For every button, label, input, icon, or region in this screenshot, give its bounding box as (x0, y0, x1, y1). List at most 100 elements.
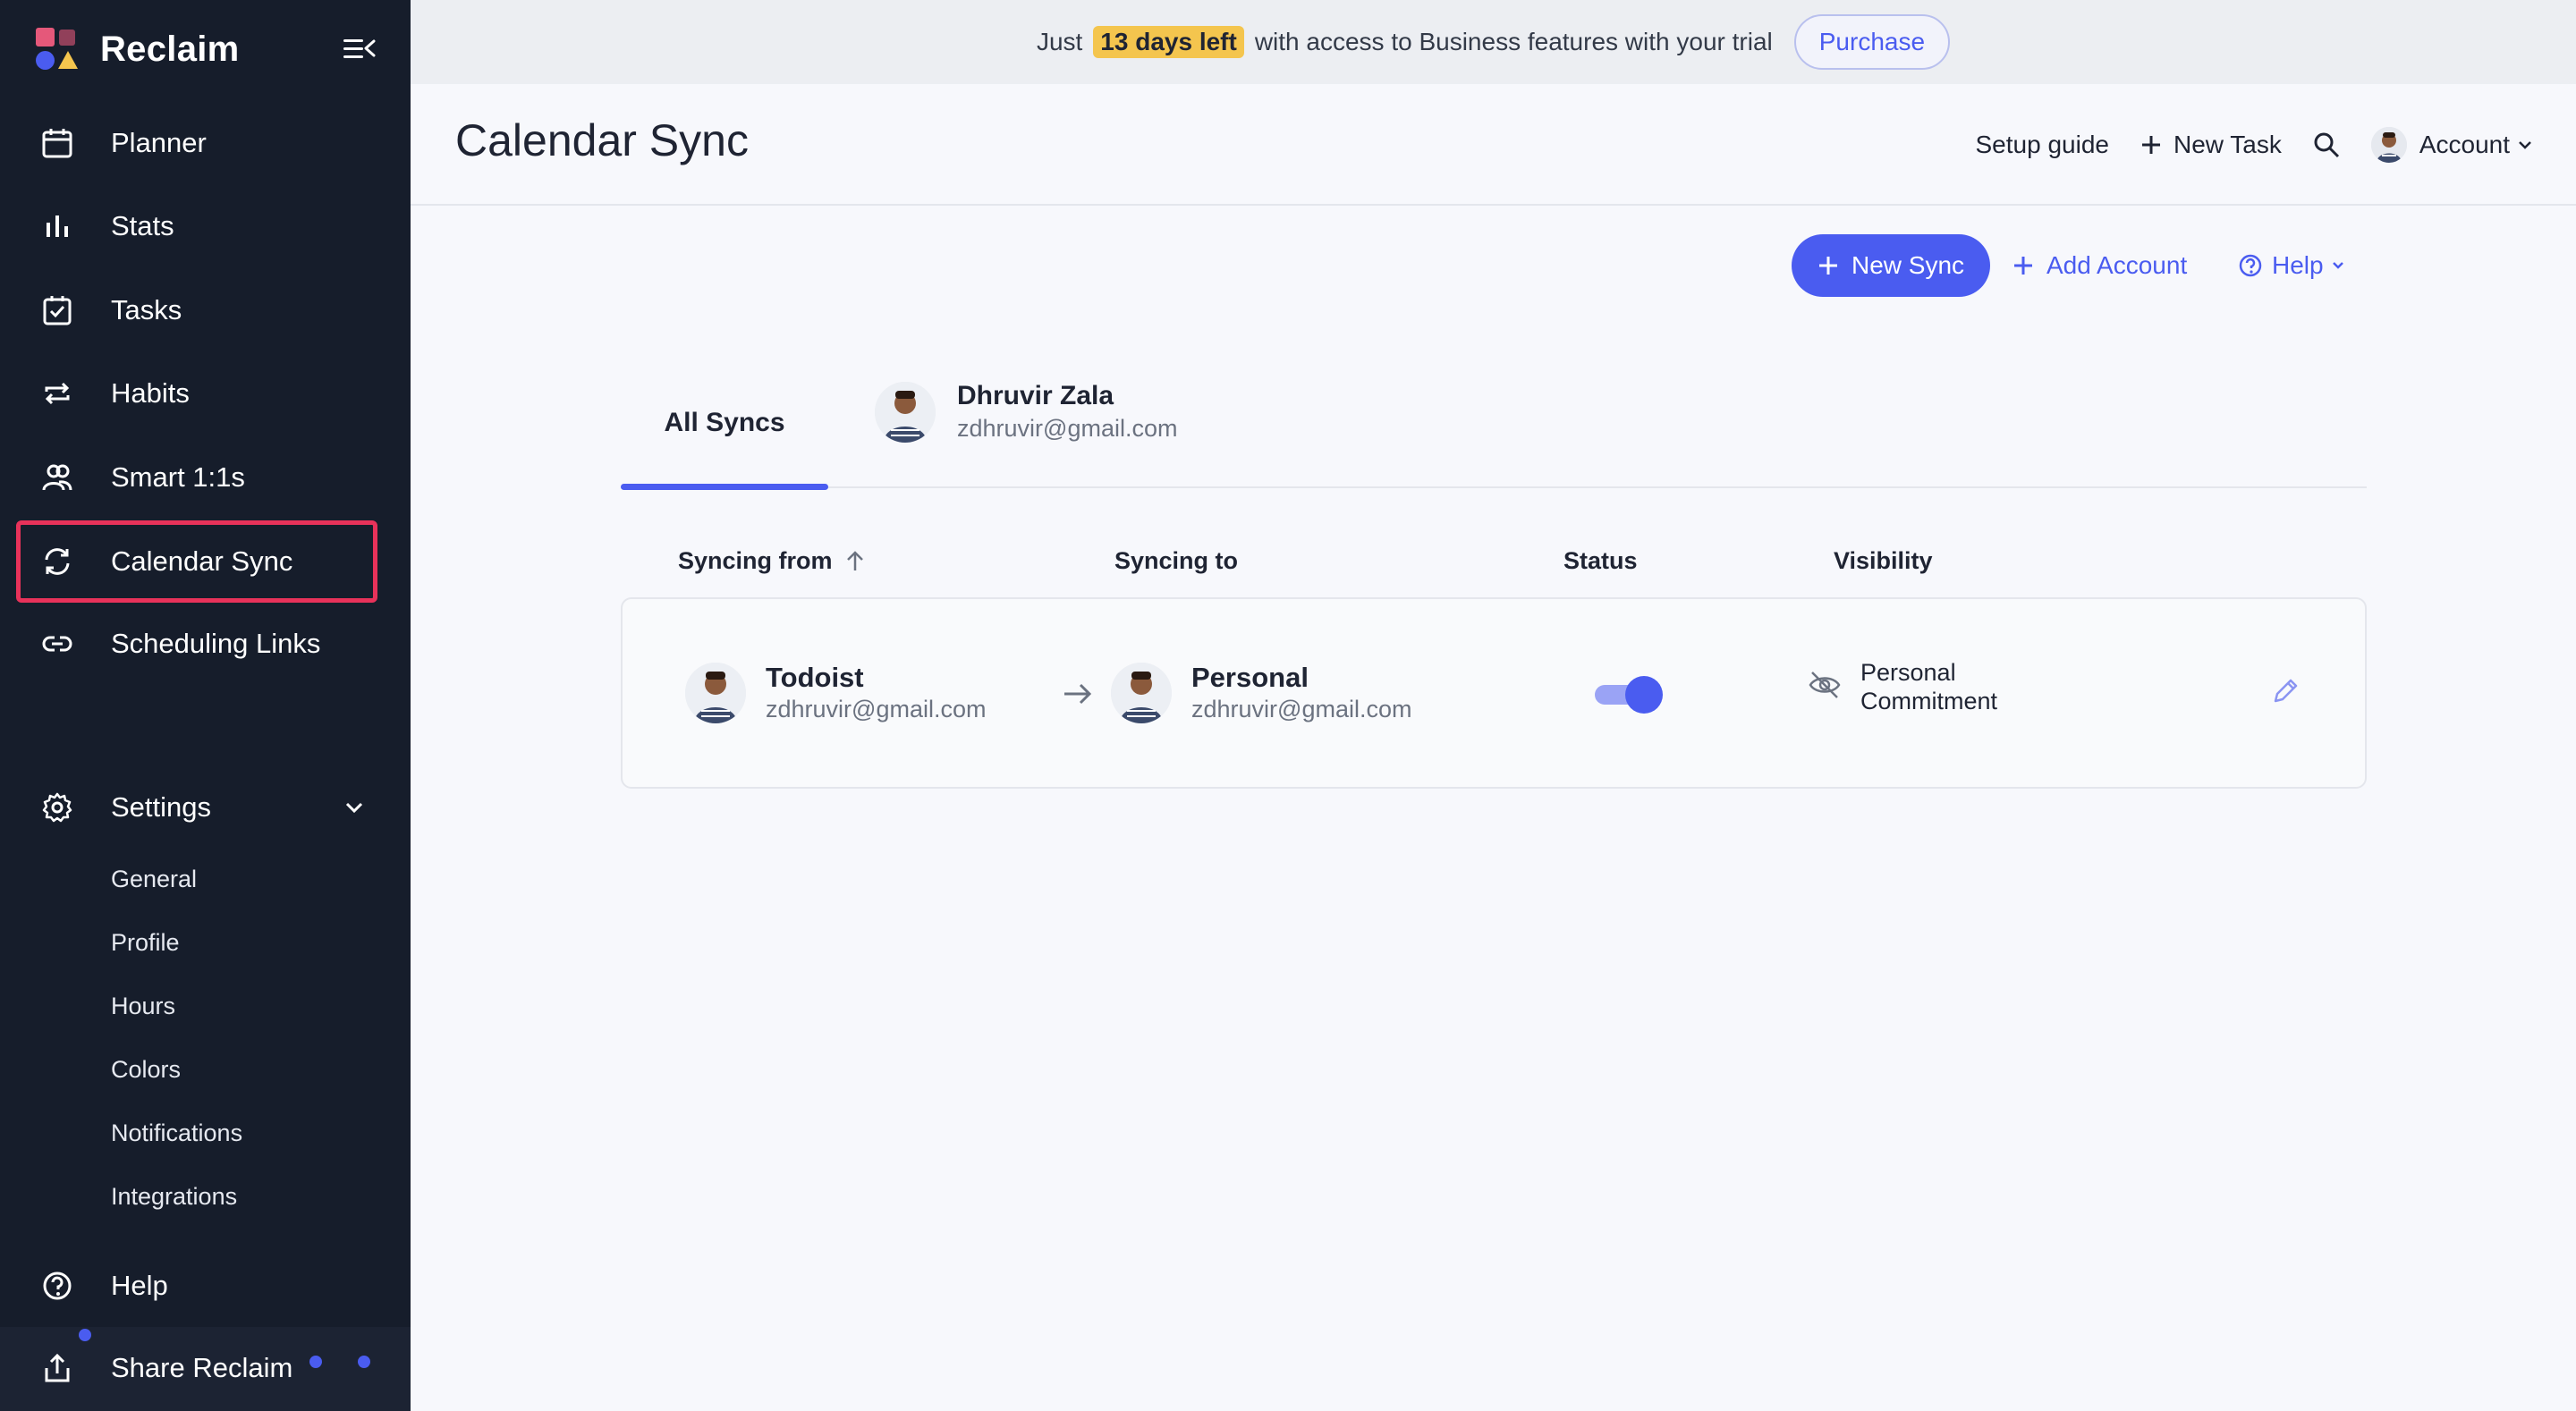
brand[interactable]: Reclaim (36, 27, 240, 72)
sidebar-item-tasks[interactable]: Tasks (16, 273, 377, 348)
settings-item-profile[interactable]: Profile (111, 929, 180, 957)
sidebar-item-label: Planner (111, 127, 207, 158)
bar-chart-icon (39, 208, 75, 244)
column-header-syncing-to: Syncing to (1114, 547, 1239, 574)
sync-status-toggle[interactable] (1595, 676, 1663, 714)
chevron-down-icon (2332, 262, 2343, 269)
collapse-sidebar-icon[interactable] (343, 36, 376, 63)
target-calendar-email: zdhruvir@gmail.com (1191, 696, 1412, 722)
sidebar: Reclaim Planner Stats Tasks Habits Smart… (0, 0, 411, 1411)
setup-guide-link[interactable]: Setup guide (1976, 131, 2109, 159)
new-sync-label: New Sync (1851, 251, 1965, 279)
people-icon (39, 460, 75, 495)
eye-off-icon (1807, 667, 1843, 707)
help-circle-icon (2239, 254, 2262, 277)
chevron-down-icon[interactable] (343, 797, 365, 823)
column-header-syncing-from[interactable]: Syncing from (678, 547, 867, 575)
plus-icon (2014, 257, 2032, 275)
column-header-label: Syncing from (678, 547, 833, 574)
sync-visibility: Personal Commitment (1807, 658, 1997, 715)
column-header-visibility: Visibility (1834, 547, 1933, 574)
sidebar-item-stats[interactable]: Stats (16, 189, 377, 264)
account-menu[interactable]: Account (2370, 127, 2533, 163)
sidebar-item-label: Calendar Sync (111, 545, 293, 577)
sidebar-item-planner[interactable]: Planner (16, 106, 377, 181)
edit-pencil-icon[interactable] (2268, 676, 2304, 712)
banner-text-post: with access to Business features with yo… (1254, 28, 1773, 55)
tab-label: All Syncs (664, 408, 785, 437)
sidebar-item-label: Share Reclaim (111, 1352, 293, 1383)
notification-dot (358, 1356, 370, 1368)
help-label: Help (2272, 251, 2324, 279)
sidebar-item-label: Tasks (111, 294, 182, 325)
avatar (1111, 662, 1172, 723)
chevron-down-icon (2519, 141, 2531, 149)
new-sync-button[interactable]: New Sync (1792, 234, 1990, 297)
tab-user-account[interactable]: Dhruvir Zala zdhruvir@gmail.com (875, 381, 1177, 443)
search-icon[interactable] (2312, 131, 2341, 159)
tab-all-syncs[interactable]: All Syncs (621, 358, 828, 490)
reclaim-logo-icon (36, 28, 79, 71)
settings-item-integrations[interactable]: Integrations (111, 1183, 237, 1211)
source-calendar-email: zdhruvir@gmail.com (766, 696, 987, 722)
sync-tabs: All Syncs Dhruvir Zala zdhruvir@gmail.co… (621, 358, 2367, 490)
active-tab-indicator (621, 484, 828, 490)
trial-banner: Just 13 days left with access to Busines… (411, 0, 2576, 84)
sort-ascending-icon[interactable] (843, 550, 867, 573)
avatar (685, 662, 746, 723)
sidebar-item-label: Scheduling Links (111, 628, 321, 659)
target-calendar-name: Personal (1191, 662, 1309, 693)
sidebar-item-help[interactable]: Help (16, 1248, 377, 1323)
help-dropdown[interactable]: Help (2238, 247, 2345, 284)
avatar (2370, 127, 2407, 163)
new-task-label: New Task (2173, 131, 2282, 158)
plus-icon (1818, 257, 1837, 275)
avatar (875, 381, 936, 443)
sidebar-item-settings[interactable]: Settings (16, 770, 377, 845)
table-row[interactable]: Todoist zdhruvir@gmail.com Personal zdhr… (621, 597, 2367, 789)
new-task-button[interactable]: New Task (2140, 131, 2282, 159)
sidebar-item-share-reclaim[interactable]: Share Reclaim (16, 1331, 377, 1406)
sidebar-item-label: Smart 1:1s (111, 461, 245, 493)
help-circle-icon (39, 1268, 75, 1304)
add-account-button[interactable]: Add Account (2012, 247, 2187, 284)
settings-item-colors[interactable]: Colors (111, 1056, 181, 1084)
sidebar-item-habits[interactable]: Habits (16, 356, 377, 431)
page-header: Calendar Sync Setup guide New Task Accou… (411, 84, 2576, 206)
visibility-line-2: Commitment (1860, 688, 1998, 714)
add-account-label: Add Account (2046, 251, 2188, 279)
settings-item-general[interactable]: General (111, 866, 197, 893)
sidebar-item-smart-1-1s[interactable]: Smart 1:1s (16, 440, 377, 515)
link-icon (39, 626, 75, 662)
sidebar-item-label: Habits (111, 377, 190, 409)
purchase-button[interactable]: Purchase (1793, 14, 1951, 70)
calendar-icon (39, 125, 75, 161)
sidebar-item-scheduling-links[interactable]: Scheduling Links (16, 606, 377, 681)
plus-icon (2141, 136, 2160, 154)
sync-target: Personal zdhruvir@gmail.com (1111, 662, 1411, 723)
sidebar-item-calendar-sync[interactable]: Calendar Sync (16, 520, 377, 603)
page-title: Calendar Sync (455, 115, 749, 165)
settings-item-hours[interactable]: Hours (111, 993, 175, 1020)
checkbox-icon (39, 292, 75, 328)
visibility-line-1: Personal (1860, 659, 1956, 686)
banner-text-pre: Just (1036, 28, 1083, 55)
source-calendar-name: Todoist (766, 662, 864, 693)
settings-item-notifications[interactable]: Notifications (111, 1120, 242, 1147)
repeat-icon (39, 376, 75, 411)
brand-name: Reclaim (100, 29, 240, 69)
user-email: zdhruvir@gmail.com (957, 415, 1178, 442)
notification-dot (309, 1356, 322, 1368)
sidebar-item-label: Stats (111, 210, 174, 241)
sidebar-item-label: Settings (111, 791, 212, 823)
arrow-right-icon (1061, 678, 1093, 714)
sidebar-item-label: Help (111, 1270, 168, 1301)
sync-icon (39, 544, 75, 579)
trial-days-badge: 13 days left (1093, 26, 1244, 58)
column-header-status: Status (1563, 547, 1638, 574)
share-icon (39, 1350, 75, 1386)
user-name: Dhruvir Zala (957, 381, 1114, 410)
gear-icon (39, 790, 75, 825)
sync-source: Todoist zdhruvir@gmail.com (685, 662, 986, 723)
header-actions: Setup guide New Task Account (1945, 123, 2534, 166)
